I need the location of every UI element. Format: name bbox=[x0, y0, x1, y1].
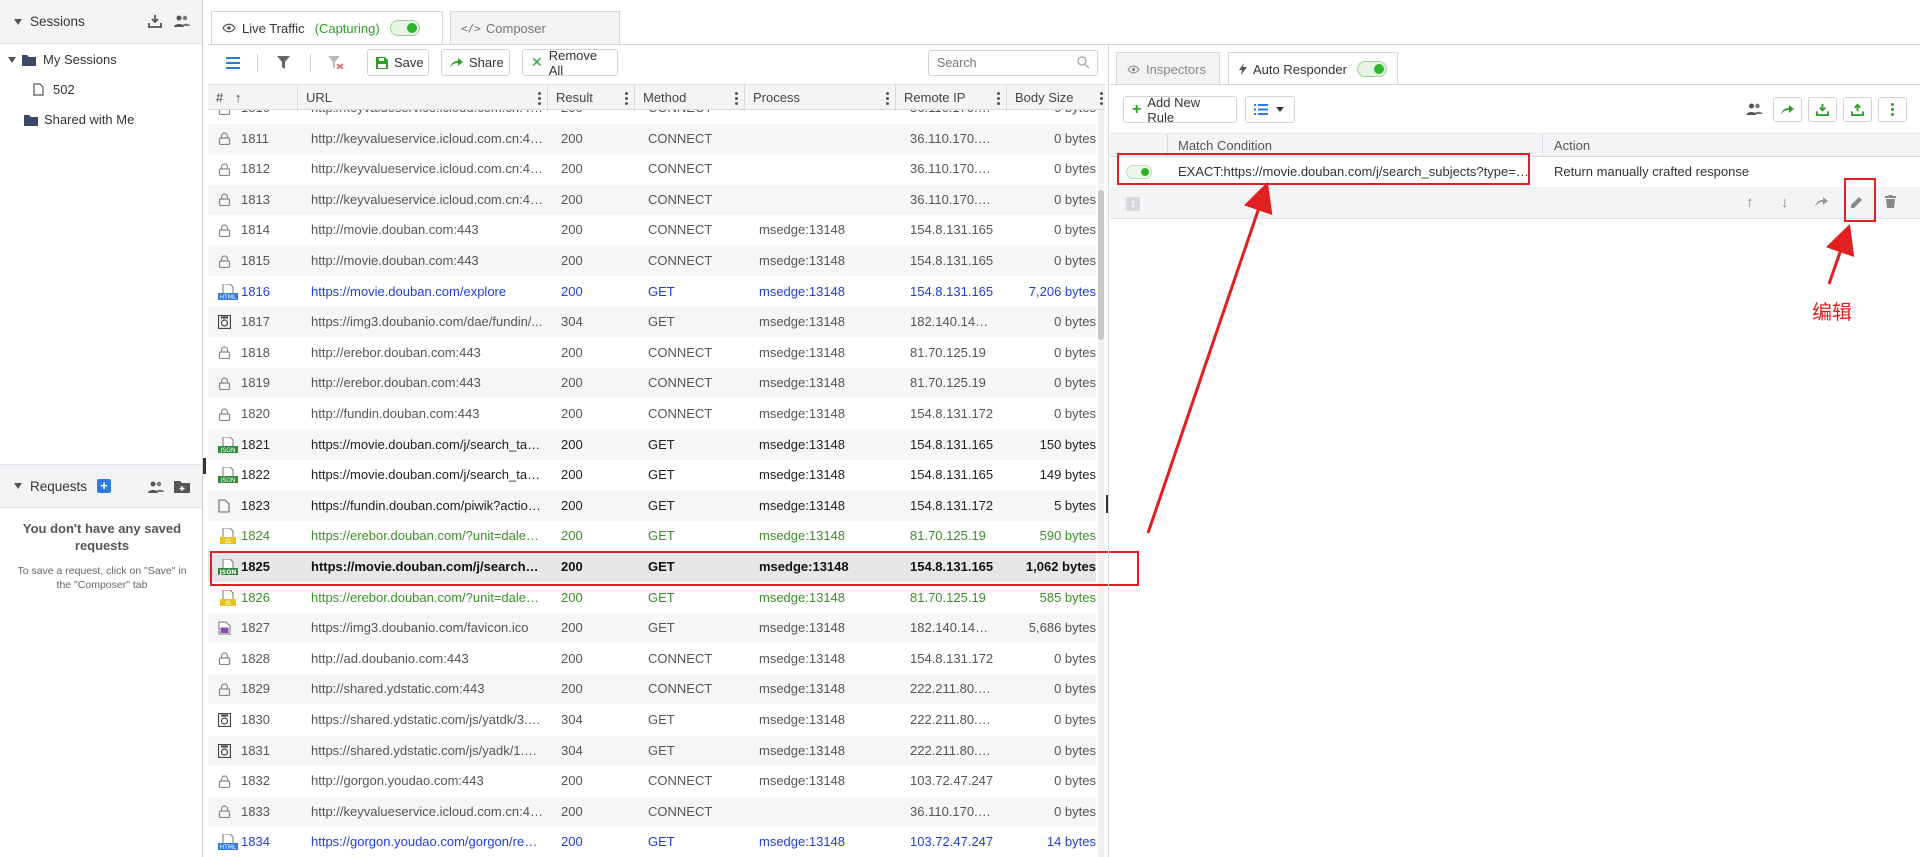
annotation-arrows bbox=[1146, 181, 1855, 534]
arrow-to-rule bbox=[1146, 181, 1273, 534]
arrow-to-edit bbox=[1825, 223, 1855, 285]
edit-annotation-label: 编辑 bbox=[1812, 300, 1852, 324]
